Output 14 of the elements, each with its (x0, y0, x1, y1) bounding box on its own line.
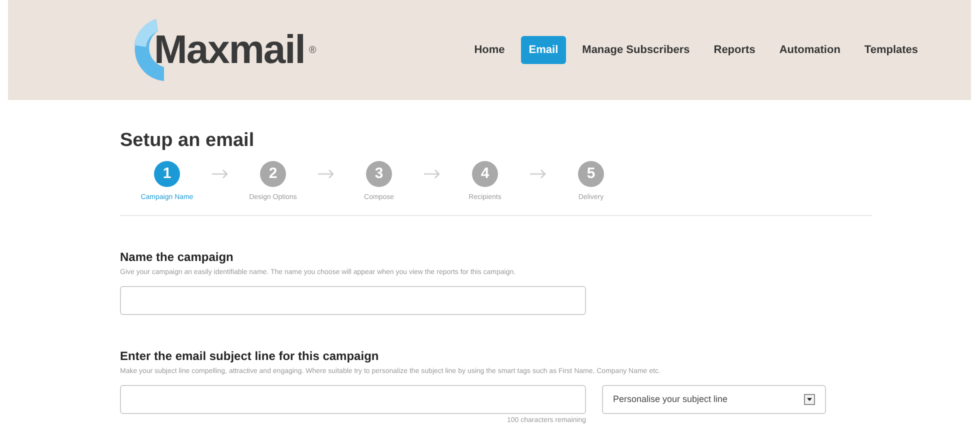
dropdown-icon (804, 394, 815, 406)
subject-dropdown[interactable]: Personalise your subject line (602, 385, 826, 414)
page-title: Setup an email (120, 130, 256, 153)
section-heading: Enter the email subject line for this campaign (120, 349, 380, 364)
logo-text: Maxmail (154, 30, 305, 70)
nav-link[interactable]: Reports (706, 36, 764, 64)
text-field[interactable] (120, 385, 586, 414)
nav-link[interactable]: Manage Subscribers (574, 36, 698, 64)
nav-link[interactable]: Automation (771, 36, 848, 64)
section-heading: Name the campaign (120, 250, 234, 265)
nav-link[interactable]: Home (466, 36, 513, 64)
nav-link[interactable]: Templates (856, 36, 926, 64)
registered-mark: ® (308, 44, 316, 58)
text-field[interactable] (120, 286, 586, 316)
